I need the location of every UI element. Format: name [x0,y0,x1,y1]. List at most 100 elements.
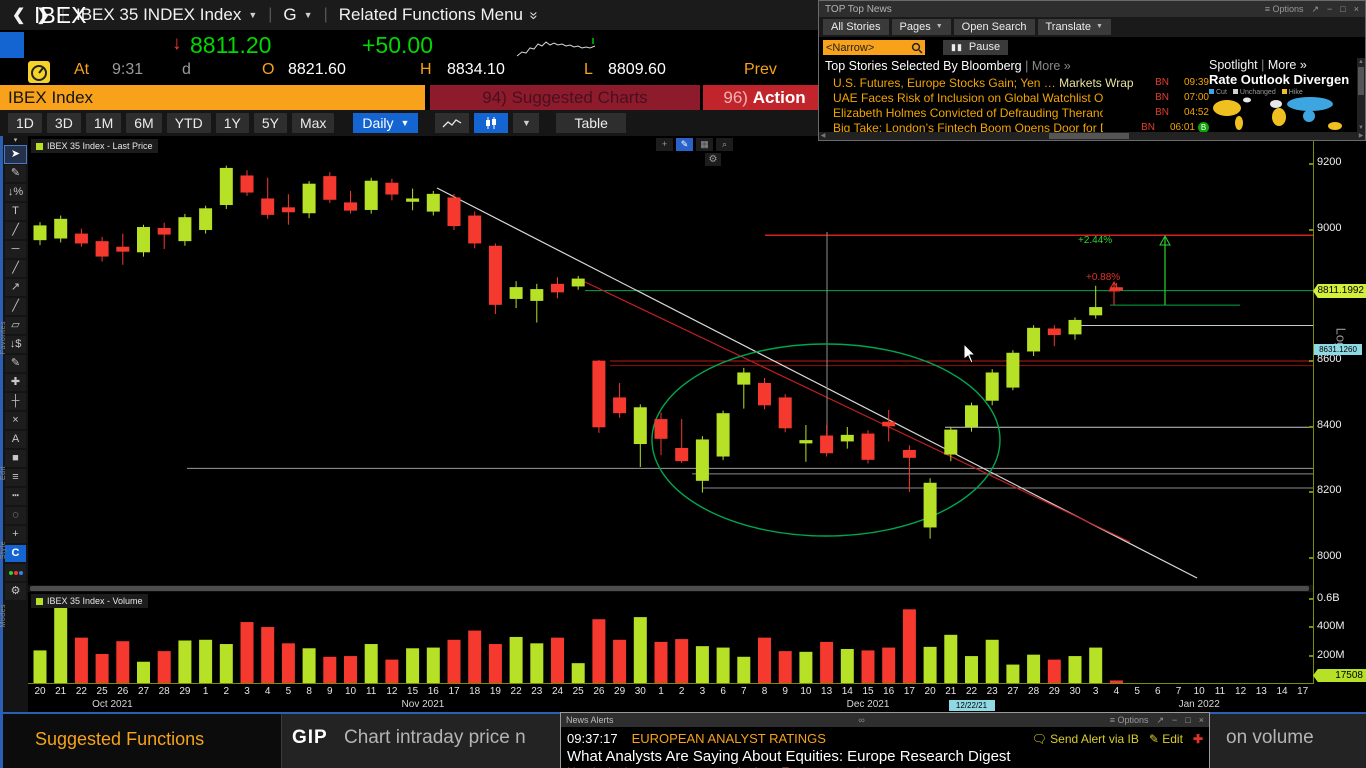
scroll-left-icon[interactable]: ◀ [819,132,827,140]
percent-retracement-icon[interactable]: ↓% [5,184,26,201]
chart-scrollbar[interactable] [28,585,1313,592]
toolbar-collapse-icon[interactable]: ▾ [3,136,28,144]
period-dropdown[interactable]: Daily ▼ [353,113,419,133]
scroll-right-icon[interactable]: ▶ [1357,132,1365,140]
close-icon[interactable]: × [1199,715,1204,725]
draw-tool-icon[interactable]: ✎ [676,138,693,151]
alert-headline[interactable]: What Analysts Are Saying About Equities:… [567,748,1203,764]
news-vertical-scrollbar[interactable]: ▲ ▼ [1357,58,1365,132]
scroll-up-icon[interactable]: ▲ [1357,58,1365,66]
font-style-icon[interactable]: A [5,431,26,448]
popout-icon[interactable]: ↗ [1156,715,1164,726]
range-tab-1d[interactable]: 1D [8,113,42,133]
spotlight-more-link[interactable]: More » [1268,58,1307,72]
options-menu-icon[interactable]: ≡ Options [1110,715,1149,725]
narrow-filter-input[interactable] [823,40,925,55]
line-style-icon[interactable]: ≡ [5,469,26,486]
news-story[interactable]: UAE Faces Risk of Inclusion on Global Wa… [825,90,1209,105]
toolbar-settings-icon[interactable]: ⚙ [5,583,26,600]
pages-button[interactable]: Pages ▼ [891,19,951,35]
spotlight-story-title[interactable]: Rate Outlook Divergenc [1209,72,1349,87]
fill-style-icon[interactable]: ■ [5,450,26,467]
popout-icon[interactable]: ↗ [1311,4,1319,15]
translate-button[interactable]: Translate ▼ [1037,19,1111,35]
time-axis-label: 2 [678,686,685,697]
candlestick-chart-type-button[interactable] [474,113,509,133]
alert-meta-row: 09:37:17 EUROPEAN ANALYST RATINGS 🗨 Send… [567,730,1203,747]
chart-settings-icon[interactable]: ⚙ [705,153,721,166]
ray-line-icon[interactable]: ╱ [5,260,26,277]
pointer-tool-icon[interactable]: ➤ [4,145,27,164]
table-button[interactable]: Table [556,113,626,133]
text-tool-icon[interactable]: T [5,203,26,220]
news-panel-titlebar[interactable]: TOP Top News ≡ Options ↗ − □ × [819,1,1365,17]
annotate-pencil-icon[interactable]: ✎ [5,355,26,372]
extended-line-icon[interactable]: ╱ [5,298,26,315]
news-alerts-titlebar[interactable]: News Alerts ∞ ≡ Options ↗ − □ × [561,713,1209,727]
arrow-line-icon[interactable]: ↗ [5,279,26,296]
scrollbar-thumb[interactable] [1358,67,1364,95]
price-legend[interactable]: IBEX 35 Index - Last Price [31,139,158,153]
dash-style-icon[interactable]: ┅ [5,488,26,505]
add-alert-icon[interactable]: ✚ [1193,732,1203,746]
chart-type-dropdown[interactable]: ▼ [513,113,540,133]
suggested-charts-button[interactable]: 94) Suggested Charts [430,85,700,110]
range-tab-1m[interactable]: 1M [85,113,122,133]
range-tab-1y[interactable]: 1Y [215,113,249,133]
close-icon[interactable]: × [1354,4,1359,14]
all-stories-button[interactable]: All Stories [823,19,889,35]
related-functions-menu[interactable]: Related Functions Menu» [339,5,543,25]
minimize-icon[interactable]: − [1327,4,1332,14]
price-chart-canvas[interactable]: +2.44% +0.88% [28,136,1313,585]
delete-drawing-icon[interactable]: × [5,412,26,429]
open-search-button[interactable]: Open Search [953,19,1035,35]
more-link[interactable]: More » [1032,59,1071,73]
maximize-icon[interactable]: □ [1185,715,1190,725]
maximize-icon[interactable]: □ [1340,4,1345,14]
options-menu-icon[interactable]: ≡ Options [1265,4,1304,14]
send-alert-button[interactable]: 🗨 Send Alert via IB [1032,732,1139,746]
edit-alert-button[interactable]: ✎ Edit [1149,732,1183,746]
horizontal-line-icon[interactable]: ─ [5,241,26,258]
news-horizontal-scrollbar[interactable]: ◀ ▶ [819,132,1365,140]
zoom-icon[interactable]: ⌕ [716,138,733,151]
suggested-functions-link[interactable]: Suggested Functions [35,729,204,750]
draw-pencil-icon[interactable]: ✎ [5,165,26,182]
range-tab-5y[interactable]: 5Y [253,113,287,133]
add-annotation-icon[interactable]: + [656,138,673,151]
g-menu[interactable]: G ▼ [283,5,312,25]
trendline-icon[interactable]: ╱ [5,222,26,239]
back-button[interactable]: ❮ [12,5,25,25]
volume-chart-canvas[interactable] [28,592,1313,683]
channel-tool-icon[interactable]: ▱ [5,317,26,334]
candle-body [737,372,751,385]
range-tab-max[interactable]: Max [291,113,335,133]
volume-legend[interactable]: IBEX 35 Index - Volume [31,594,148,608]
chart-mode-icon[interactable]: C [5,545,26,562]
gip-mnemonic[interactable]: GIP [292,727,328,749]
news-story[interactable]: U.S. Futures, Europe Stocks Gain; Yen … … [825,75,1209,90]
range-tab-3d[interactable]: 3D [46,113,81,133]
select-points-icon[interactable]: ┼ [5,393,26,410]
minimize-icon[interactable]: − [1172,715,1177,725]
clear-annotations-icon[interactable]: ▦ [696,138,713,151]
move-tool-icon[interactable]: ✚ [5,374,26,391]
security-field[interactable]: IBEX Index [0,85,425,110]
color-mode-icon[interactable] [5,564,26,581]
security-menu[interactable]: IBEX 35 INDEX Index ▼ [76,5,257,25]
candle-body [592,360,606,428]
range-tab-ytd[interactable]: YTD [166,113,211,133]
news-story[interactable]: Elizabeth Holmes Convicted of Defrauding… [825,105,1209,120]
scrollbar-thumb[interactable] [1049,133,1129,139]
chart-mini-toolbar: + ✎ ▦ ⌕ [656,138,733,151]
ellipse-tool-icon[interactable]: ◌ [5,507,26,524]
scrollbar-thumb[interactable] [30,586,1309,591]
action-button[interactable]: 96) Action [703,85,826,110]
scroll-down-icon[interactable]: ▼ [1357,124,1365,132]
line-chart-type-button[interactable] [435,113,470,133]
alert-category[interactable]: EUROPEAN ANALYST RATINGS [632,731,826,746]
price-range-icon[interactable]: ↓$ [5,336,26,353]
range-tab-6m[interactable]: 6M [126,113,162,133]
pause-button[interactable]: ▮▮ Pause [943,40,1009,55]
crosshair-icon[interactable]: + [5,526,26,543]
